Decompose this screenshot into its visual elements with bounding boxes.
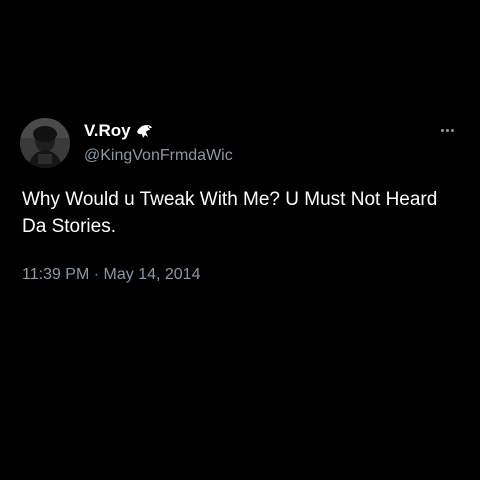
author-name-row: V.Roy — [84, 120, 153, 142]
more-dot — [440, 128, 444, 132]
display-name[interactable]: V.Roy — [84, 120, 131, 142]
tweet-card: V.Roy @KingVonFrmdaWic Why Would u Tweak… — [0, 0, 480, 480]
avatar[interactable] — [20, 118, 70, 168]
eagle-icon — [135, 123, 153, 139]
tweet-text: Why Would u Tweak With Me? U Must Not He… — [22, 189, 438, 237]
more-dots-icon[interactable] — [436, 122, 458, 138]
author-handle[interactable]: @KingVonFrmdaWic — [84, 145, 233, 167]
more-dot — [450, 128, 454, 132]
tweet-timestamp[interactable]: 11:39 PM · May 14, 2014 — [22, 264, 200, 286]
more-dot — [445, 128, 449, 132]
avatar-image — [20, 118, 70, 168]
